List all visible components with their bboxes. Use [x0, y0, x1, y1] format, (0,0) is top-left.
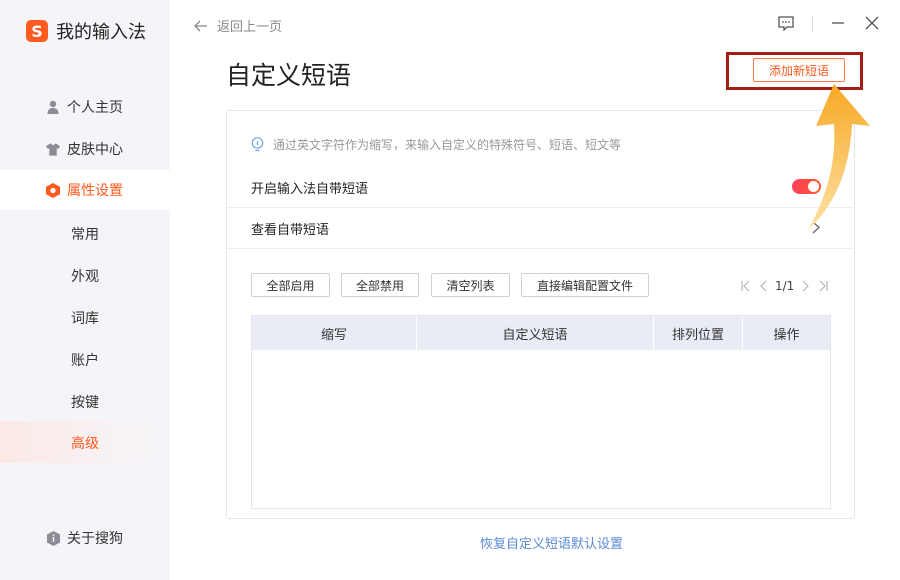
minimize-button[interactable] — [829, 14, 847, 32]
page-title: 自定义短语 — [226, 61, 352, 90]
hint-row: 通过英文字符作为缩写，来输入自定义的特殊符号、短语、短文等 — [251, 136, 621, 153]
enable-builtin-label: 开启输入法自带短语 — [251, 182, 369, 197]
clear-list-button[interactable]: 清空列表 — [431, 273, 510, 297]
window-controls-divider — [812, 16, 813, 32]
app-logo: S 我的输入法 — [26, 18, 146, 44]
feedback-button[interactable] — [777, 14, 795, 32]
first-page-icon[interactable] — [741, 280, 751, 292]
column-header-abbr: 缩写 — [320, 327, 347, 343]
annotation-arrow — [808, 84, 870, 230]
back-button[interactable]: 返回上一页 — [194, 16, 282, 35]
phrase-settings-panel: 通过英文字符作为缩写，来输入自定义的特殊符号、短语、短文等 开启输入法自带短语 … — [226, 110, 855, 519]
disable-all-button[interactable]: 全部禁用 — [341, 273, 419, 297]
sidebar-item-profile[interactable]: 个人主页 — [0, 87, 170, 127]
sogou-logo-icon: S — [26, 20, 48, 42]
column-header-actions: 操作 — [773, 327, 800, 343]
person-icon — [46, 100, 60, 114]
sidebar-item-label: 个人主页 — [67, 100, 123, 116]
enable-all-button[interactable]: 全部启用 — [251, 273, 330, 297]
edit-config-file-button[interactable]: 直接编辑配置文件 — [521, 273, 649, 297]
back-label: 返回上一页 — [217, 20, 283, 35]
sidebar-item-settings[interactable]: 属性设置 — [0, 170, 170, 210]
next-page-icon[interactable] — [802, 280, 810, 292]
lightbulb-icon — [251, 137, 264, 152]
app-title: 我的输入法 — [56, 22, 146, 43]
view-builtin-label[interactable]: 查看自带短语 — [251, 219, 329, 238]
sidebar-item-about[interactable]: 关于搜狗 — [0, 518, 170, 558]
chat-icon — [778, 15, 794, 31]
prev-page-icon[interactable] — [760, 280, 767, 292]
divider — [227, 248, 854, 249]
sidebar-item-label: 属性设置 — [67, 183, 123, 199]
sidebar-subitem-account[interactable]: 账户 — [71, 350, 99, 370]
column-header-position: 排列位置 — [671, 327, 724, 343]
last-page-icon[interactable] — [818, 280, 828, 292]
table-header: 缩写 自定义短语 排列位置 操作 — [252, 316, 830, 350]
info-shield-icon — [46, 530, 60, 546]
sidebar-subitem-common[interactable]: 常用 — [71, 224, 99, 244]
sidebar-subitem-appearance[interactable]: 外观 — [71, 266, 99, 286]
phrase-table: 缩写 自定义短语 排列位置 操作 — [251, 315, 831, 509]
settings-hex-icon — [46, 182, 60, 198]
minimize-icon — [832, 22, 844, 24]
close-button[interactable] — [863, 14, 881, 32]
pagination: 1/1 — [741, 279, 828, 293]
hint-text: 通过英文字符作为缩写，来输入自定义的特殊符号、短语、短文等 — [273, 138, 622, 152]
sidebar: S 我的输入法 个人主页 皮肤中心 属性设置 常用 外观 词库 账户 按键 高级… — [0, 0, 170, 580]
sidebar-item-label: 关于搜狗 — [67, 531, 123, 547]
close-icon — [865, 16, 879, 30]
column-header-phrase: 自定义短语 — [502, 327, 568, 343]
restore-defaults-link[interactable]: 恢复自定义短语默认设置 — [480, 533, 623, 552]
divider — [227, 207, 854, 208]
sidebar-item-skins[interactable]: 皮肤中心 — [0, 129, 170, 169]
arrow-left-icon — [194, 20, 207, 31]
sidebar-subitem-keys[interactable]: 按键 — [71, 392, 99, 412]
shirt-icon — [46, 142, 60, 156]
sidebar-item-label: 皮肤中心 — [67, 142, 123, 158]
page-indicator: 1/1 — [775, 279, 795, 293]
sidebar-subitem-lexicon[interactable]: 词库 — [71, 308, 99, 328]
sidebar-subitem-advanced[interactable]: 高级 — [71, 433, 99, 453]
